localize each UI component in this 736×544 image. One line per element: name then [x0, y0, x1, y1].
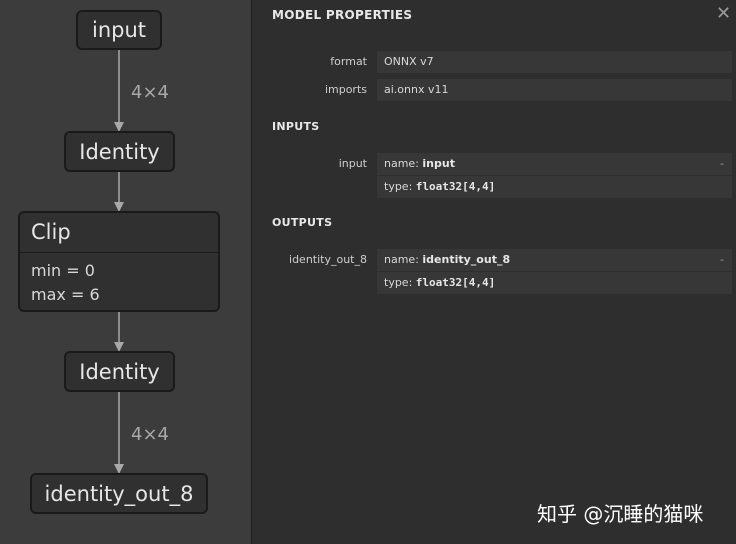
input-type-prefix: type:: [384, 180, 416, 193]
node-output-label: identity_out_8: [44, 481, 194, 506]
edge-label-output: 4×4: [131, 424, 169, 445]
node-input-label: input: [91, 18, 147, 42]
node-clip-title: Clip: [20, 213, 218, 253]
output-details[interactable]: name: identity_out_8 - type: float32[4,4…: [377, 249, 732, 294]
node-identity-2-label: Identity: [79, 359, 160, 384]
format-label: format: [330, 55, 367, 68]
input-type-row: type: float32[4,4]: [377, 175, 732, 198]
output-expander-icon[interactable]: -: [720, 249, 724, 271]
output-label: identity_out_8: [289, 253, 367, 266]
input-name-value: input: [422, 157, 455, 170]
watermark: 知乎 @沉睡的猫咪: [537, 502, 704, 526]
edge-label-input: 4×4: [131, 82, 169, 103]
input-details[interactable]: name: input - type: float32[4,4]: [377, 153, 732, 198]
output-name-prefix: name:: [384, 253, 423, 266]
output-type-row: type: float32[4,4]: [377, 271, 732, 294]
properties-panel: MODEL PROPERTIES ✕ format ONNX v7 import…: [252, 0, 736, 544]
clip-attr-min: min = 0: [31, 261, 95, 280]
node-clip-attributes: min = 0 max = 6: [20, 253, 218, 307]
input-label: input: [338, 157, 367, 170]
node-identity-2[interactable]: Identity: [64, 351, 175, 392]
input-name-prefix: name:: [384, 157, 423, 170]
outputs-title: OUTPUTS: [272, 216, 333, 229]
node-output[interactable]: identity_out_8: [30, 473, 208, 514]
graph-view[interactable]: input 4×4 Identity Clip min = 0 max = 6 …: [0, 0, 251, 544]
output-name-row: name: identity_out_8 -: [377, 249, 732, 271]
input-type-value: float32[4,4]: [415, 180, 496, 193]
format-value: ONNX v7: [377, 51, 732, 73]
input-name-row: name: input -: [377, 153, 732, 175]
imports-value: ai.onnx v11: [377, 79, 732, 101]
node-identity-1-label: Identity: [79, 139, 160, 164]
output-type-prefix: type:: [384, 276, 416, 289]
close-icon[interactable]: ✕: [716, 3, 731, 24]
clip-attr-max: max = 6: [31, 285, 100, 304]
input-expander-icon[interactable]: -: [720, 153, 724, 175]
panel-title: MODEL PROPERTIES: [272, 8, 413, 22]
imports-label: imports: [324, 83, 367, 96]
output-name-value: identity_out_8: [422, 253, 511, 266]
node-clip[interactable]: Clip min = 0 max = 6: [18, 211, 220, 312]
node-input[interactable]: input: [76, 10, 162, 50]
inputs-title: INPUTS: [272, 120, 320, 133]
output-type-value: float32[4,4]: [415, 276, 496, 289]
node-identity-1[interactable]: Identity: [64, 131, 175, 172]
